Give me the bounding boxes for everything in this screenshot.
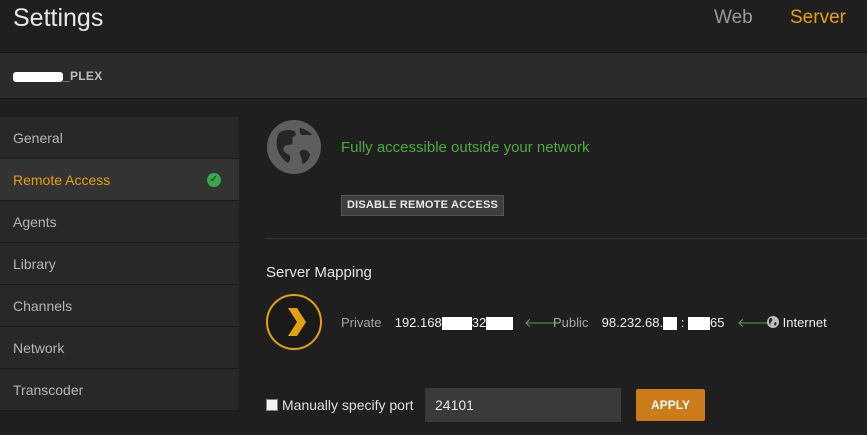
- sidebar-item-transcoder[interactable]: Transcoder: [0, 369, 239, 411]
- redacted-private-ip-2: [486, 317, 514, 331]
- private-ip-prefix: 192.168: [394, 315, 442, 330]
- page-title: Settings: [13, 4, 104, 32]
- sidebar-item-general[interactable]: General: [0, 117, 239, 159]
- private-ip-mid: 32: [471, 315, 487, 330]
- internet-mapping: Internet: [767, 315, 827, 330]
- sidebar-item-agents[interactable]: Agents: [0, 201, 239, 243]
- sidebar-item-label: Network: [13, 340, 65, 356]
- section-divider: [266, 238, 867, 239]
- private-label: Private: [341, 315, 382, 330]
- sidebar-item-network[interactable]: Network: [0, 327, 239, 369]
- public-mapping: Public 98.232.68. : 65: [553, 315, 725, 331]
- plex-logo-icon: [266, 294, 322, 350]
- internet-globe-icon: [767, 316, 779, 328]
- server-name: _PLEX: [13, 69, 103, 83]
- sidebar-item-label: Agents: [13, 214, 57, 230]
- redacted-server-name: [13, 71, 63, 82]
- settings-sidebar: General Remote Access ✓ Agents Library C…: [0, 117, 239, 435]
- sidebar-item-label: Library: [13, 256, 56, 272]
- globe-icon: [267, 120, 321, 174]
- port-input[interactable]: [425, 388, 621, 422]
- private-mapping: Private 192.168 32: [341, 315, 514, 331]
- server-mapping-title: Server Mapping: [266, 264, 372, 281]
- remote-status-text: Fully accessible outside your network: [341, 139, 590, 156]
- tab-server[interactable]: Server: [790, 7, 846, 29]
- disable-remote-access-button[interactable]: DISABLE REMOTE ACCESS: [341, 195, 504, 216]
- sidebar-item-remote-access[interactable]: Remote Access ✓: [0, 159, 239, 201]
- sidebar-item-label: General: [13, 130, 63, 146]
- check-icon: ✓: [207, 173, 221, 187]
- public-port-suffix: 65: [710, 315, 725, 330]
- sidebar-item-label: Transcoder: [13, 382, 84, 398]
- manual-port-label[interactable]: Manually specify port: [282, 397, 414, 413]
- redacted-private-ip-1: [441, 317, 472, 331]
- sidebar-item-label: Channels: [13, 298, 73, 314]
- server-bar: _PLEX: [0, 52, 867, 99]
- top-bar: Settings Web Server: [0, 0, 867, 52]
- manual-port-checkbox[interactable]: [266, 399, 278, 411]
- remote-access-panel: Fully accessible outside your network DI…: [239, 99, 867, 435]
- redacted-public-port: [688, 317, 710, 331]
- public-label: Public: [553, 315, 589, 330]
- internet-label: Internet: [782, 315, 827, 330]
- server-name-suffix: _PLEX: [63, 69, 103, 83]
- sidebar-item-channels[interactable]: Channels: [0, 285, 239, 327]
- tab-web[interactable]: Web: [714, 7, 753, 29]
- apply-button[interactable]: APPLY: [636, 389, 705, 421]
- public-ip-separator: :: [680, 315, 685, 330]
- sidebar-item-library[interactable]: Library: [0, 243, 239, 285]
- public-ip-prefix: 98.232.68.: [601, 315, 664, 330]
- redacted-public-ip-1: [663, 317, 678, 331]
- sidebar-item-label: Remote Access: [13, 172, 111, 188]
